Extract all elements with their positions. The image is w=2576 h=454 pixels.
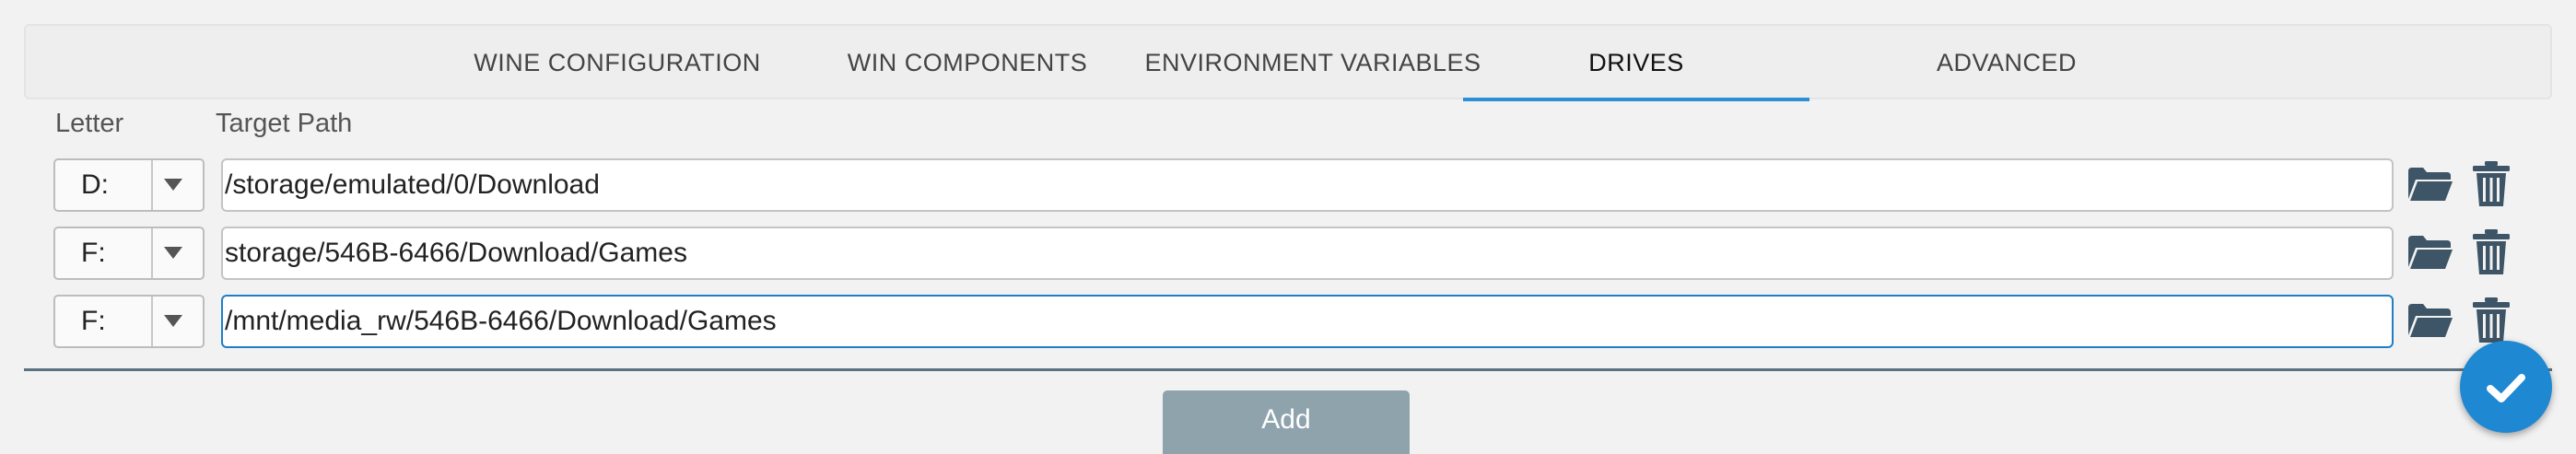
folder-icon[interactable] xyxy=(2406,232,2454,273)
drives-settings-page: WINE CONFIGURATION WIN COMPONENTS ENVIRO… xyxy=(0,0,2576,454)
folder-icon[interactable] xyxy=(2406,300,2454,341)
divider xyxy=(24,368,2552,371)
trash-icon[interactable] xyxy=(2471,297,2512,344)
drive-row: F: xyxy=(0,227,2576,282)
drive-letter-value: F: xyxy=(81,306,106,336)
confirm-button[interactable] xyxy=(2460,341,2552,433)
drive-letter-select[interactable]: F: xyxy=(53,295,205,348)
drive-letter-select[interactable]: F: xyxy=(53,227,205,280)
checkmark-icon xyxy=(2487,374,2525,402)
tab-wine-configuration[interactable]: WINE CONFIGURATION xyxy=(442,26,792,99)
target-path-input[interactable] xyxy=(221,158,2394,212)
tab-win-components[interactable]: WIN COMPONENTS xyxy=(792,26,1142,99)
drive-letter-value: F: xyxy=(81,238,106,268)
tab-bar: WINE CONFIGURATION WIN COMPONENTS ENVIRO… xyxy=(24,24,2552,101)
drive-letter-select[interactable]: D: xyxy=(53,158,205,212)
select-divider xyxy=(151,228,153,278)
add-drive-button[interactable]: Add xyxy=(1163,390,1410,454)
drive-row: F: xyxy=(0,295,2576,350)
column-header-target-path: Target Path xyxy=(216,109,353,138)
tab-advanced[interactable]: ADVANCED xyxy=(1832,26,2182,99)
target-path-input[interactable] xyxy=(221,295,2394,348)
select-divider xyxy=(151,160,153,210)
trash-icon[interactable] xyxy=(2471,228,2512,276)
column-header-letter: Letter xyxy=(55,109,124,138)
tab-environment-variables[interactable]: ENVIRONMENT VARIABLES xyxy=(1142,26,1483,99)
trash-icon[interactable] xyxy=(2471,160,2512,208)
chevron-down-icon xyxy=(164,315,182,327)
target-path-input[interactable] xyxy=(221,227,2394,280)
folder-icon[interactable] xyxy=(2406,164,2454,204)
drive-letter-value: D: xyxy=(81,169,109,200)
chevron-down-icon xyxy=(164,179,182,191)
drive-row: D: xyxy=(0,158,2576,214)
select-divider xyxy=(151,297,153,346)
tab-drives[interactable]: DRIVES xyxy=(1463,26,1809,101)
chevron-down-icon xyxy=(164,247,182,259)
